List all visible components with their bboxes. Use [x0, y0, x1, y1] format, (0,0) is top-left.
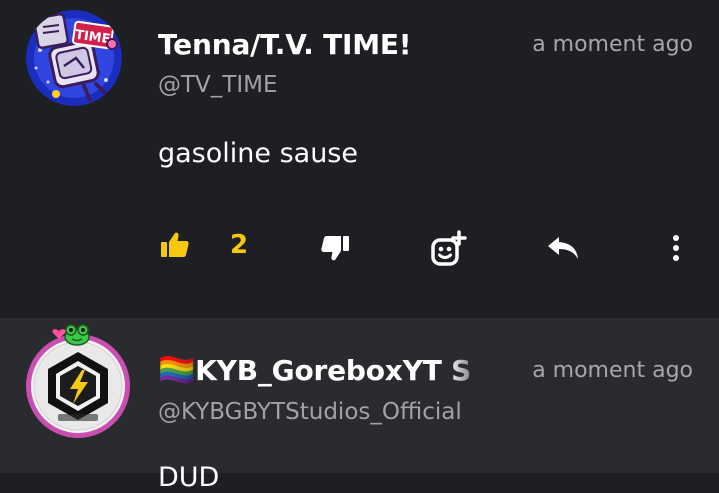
- like-button[interactable]: 2: [160, 230, 248, 260]
- frog-badge-icon: [64, 324, 90, 346]
- dislike-button[interactable]: [320, 234, 350, 262]
- more-icon: [673, 235, 679, 261]
- author-name[interactable]: 🏳️‍🌈KYB_GoreboxYT S: [158, 354, 488, 387]
- thumbs-down-icon: [321, 236, 349, 261]
- comment-text: gasoline sause: [158, 138, 358, 169]
- avatar-image: TIME: [26, 10, 122, 106]
- author-name-text: KYB_GoreboxYT S: [195, 354, 472, 387]
- add-reaction-button[interactable]: [430, 230, 468, 268]
- author-handle[interactable]: @TV_TIME: [158, 72, 278, 98]
- comment-item: TIME Tenna/T.V. TIME! a moment ago @TV_T…: [0, 0, 719, 318]
- timestamp: a moment ago: [532, 32, 693, 57]
- heart-icon: [52, 329, 66, 339]
- reply-icon: [548, 237, 578, 259]
- author-handle[interactable]: @KYBGBYTStudios_Official: [158, 399, 462, 425]
- like-count: 2: [230, 230, 249, 260]
- reply-button[interactable]: [546, 235, 580, 261]
- more-options-button[interactable]: [668, 234, 684, 262]
- author-name[interactable]: Tenna/T.V. TIME!: [158, 28, 411, 61]
- comment-text: DUD: [158, 462, 220, 493]
- avatar[interactable]: TIME: [26, 10, 122, 106]
- add-reaction-icon: [431, 230, 467, 266]
- thumbs-up-icon: [161, 232, 189, 257]
- timestamp: a moment ago: [532, 358, 693, 383]
- avatar[interactable]: [22, 324, 134, 438]
- name-fade: [448, 354, 488, 387]
- comment-item: 🏳️‍🌈KYB_GoreboxYT S a moment ago @KYBGBY…: [0, 318, 719, 493]
- pride-flag-icon: 🏳️‍🌈: [158, 354, 196, 387]
